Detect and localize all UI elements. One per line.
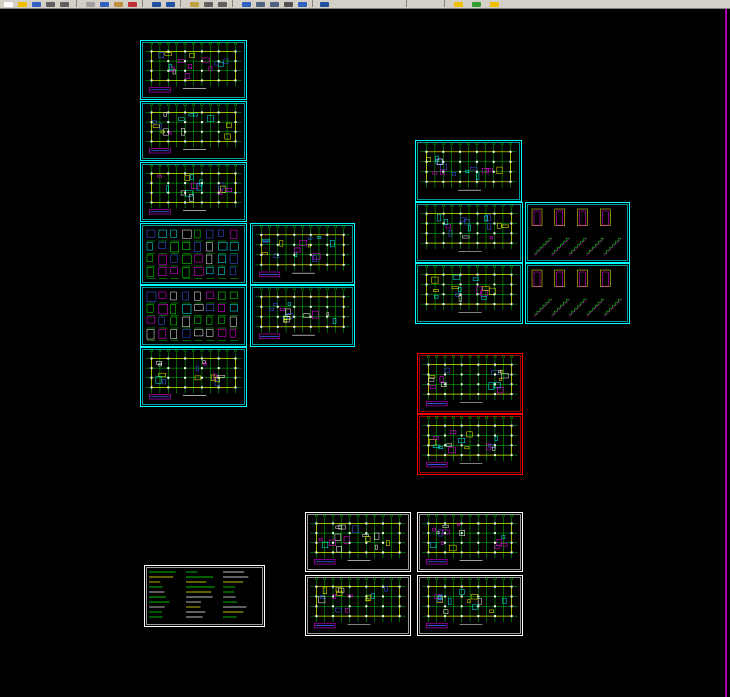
zoom-realtime-icon[interactable]	[202, 0, 214, 7]
pan-icon-glyph	[189, 2, 199, 7]
properties-icon[interactable]	[240, 0, 252, 7]
help-icon[interactable]	[318, 0, 330, 7]
drawing-sheet-s18[interactable]	[417, 512, 523, 572]
cut-icon-glyph	[85, 2, 95, 7]
redo-icon-glyph	[165, 2, 175, 7]
toolbar-separator	[180, 0, 181, 7]
layer-state-icon[interactable]	[470, 0, 482, 7]
redo-icon[interactable]	[164, 0, 176, 7]
drawing-sheet-s9[interactable]	[415, 140, 522, 202]
color-icon-glyph	[489, 2, 499, 7]
open-icon[interactable]	[16, 0, 28, 7]
sheet-drawing-s10	[417, 204, 521, 261]
properties-icon-glyph	[241, 2, 251, 7]
print-icon[interactable]	[44, 0, 56, 7]
match-properties-icon-glyph	[127, 2, 137, 7]
drawing-sheet-s2[interactable]	[140, 101, 247, 161]
drawing-sheet-s12[interactable]	[415, 263, 523, 324]
plot-preview-icon-glyph	[59, 2, 69, 7]
toolbar-separator	[312, 0, 313, 7]
sheet-drawing-s20	[419, 577, 521, 634]
drawing-sheet-s4[interactable]	[140, 223, 247, 285]
drawing-sheet-s19[interactable]	[305, 575, 411, 636]
copy-icon-glyph	[99, 2, 109, 7]
sheet-set-icon[interactable]	[296, 0, 308, 7]
sheet-drawing-s4	[142, 225, 245, 283]
sheet-drawing-s19	[307, 577, 409, 634]
standard-toolbar	[0, 0, 730, 9]
new-icon[interactable]	[2, 0, 14, 7]
zoom-window-icon[interactable]	[216, 0, 228, 7]
drawing-sheet-s7[interactable]	[250, 285, 355, 347]
save-icon-glyph	[31, 2, 41, 7]
drawing-sheet-s15[interactable]	[417, 414, 523, 475]
sheet-drawing-s8	[142, 348, 245, 405]
drawing-sheet-s8[interactable]	[140, 347, 247, 407]
tool-palettes-icon[interactable]	[268, 0, 280, 7]
sheet-drawing-s9	[417, 142, 520, 200]
plot-preview-icon[interactable]	[58, 0, 70, 7]
paste-icon[interactable]	[112, 0, 124, 7]
color-icon[interactable]	[488, 0, 500, 7]
drawing-sheet-s6[interactable]	[250, 223, 355, 285]
layer-icon[interactable]	[452, 0, 464, 7]
drawing-sheet-s11[interactable]	[525, 202, 630, 263]
paste-icon-glyph	[113, 2, 123, 7]
help-icon-glyph	[319, 2, 329, 7]
save-icon[interactable]	[30, 0, 42, 7]
cut-icon[interactable]	[84, 0, 96, 7]
drawing-canvas[interactable]	[0, 9, 730, 697]
sheet-drawing-s1	[142, 41, 245, 98]
open-icon-glyph	[17, 2, 27, 7]
toolbar-separator	[142, 0, 143, 7]
new-icon-glyph	[3, 2, 13, 7]
sheet-drawing-s7	[252, 287, 353, 345]
match-properties-icon[interactable]	[126, 0, 138, 7]
sheet-drawing-s12	[417, 265, 521, 322]
drawing-sheet-s1[interactable]	[140, 40, 247, 100]
layer-state-icon-glyph	[471, 2, 481, 7]
layer-icon-glyph	[453, 2, 463, 7]
sheet-drawing-s3	[142, 163, 245, 220]
drawing-sheet-s3[interactable]	[140, 162, 247, 222]
toolbar-separator	[232, 0, 233, 7]
toolbar-separator	[76, 0, 77, 7]
sheet-drawing-s6	[252, 225, 353, 283]
design-center-icon[interactable]	[254, 0, 266, 7]
copy-icon[interactable]	[98, 0, 110, 7]
sheet-drawing-s15	[419, 416, 521, 473]
calculator-icon-glyph	[283, 2, 293, 7]
drawing-sheet-s14[interactable]	[417, 353, 523, 414]
sheet-drawing-s11	[527, 204, 628, 261]
sheet-drawing-s16	[146, 567, 263, 625]
zoom-realtime-icon-glyph	[203, 2, 213, 7]
sheet-drawing-s2	[142, 102, 245, 159]
sheet-drawing-s13	[527, 265, 628, 322]
sheet-set-icon-glyph	[297, 2, 307, 7]
toolbar-separator	[406, 0, 407, 7]
drawing-sheet-s20[interactable]	[417, 575, 523, 636]
toolbar-separator	[444, 0, 445, 7]
sheet-drawing-s5	[142, 287, 245, 345]
undo-icon[interactable]	[150, 0, 162, 7]
drawing-sheet-s5[interactable]	[140, 285, 247, 347]
drawing-sheet-s16[interactable]	[144, 565, 265, 627]
viewport-edge	[725, 9, 727, 697]
drawing-sheet-s10[interactable]	[415, 202, 523, 263]
undo-icon-glyph	[151, 2, 161, 7]
zoom-window-icon-glyph	[217, 2, 227, 7]
drawing-sheet-s13[interactable]	[525, 263, 630, 324]
sheet-drawing-s18	[419, 513, 521, 570]
design-center-icon-glyph	[255, 2, 265, 7]
tool-palettes-icon-glyph	[269, 2, 279, 7]
drawing-sheet-s17[interactable]	[305, 512, 411, 572]
calculator-icon[interactable]	[282, 0, 294, 7]
pan-icon[interactable]	[188, 0, 200, 7]
print-icon-glyph	[45, 2, 55, 7]
sheet-drawing-s14	[419, 355, 521, 412]
sheet-drawing-s17	[307, 513, 409, 570]
